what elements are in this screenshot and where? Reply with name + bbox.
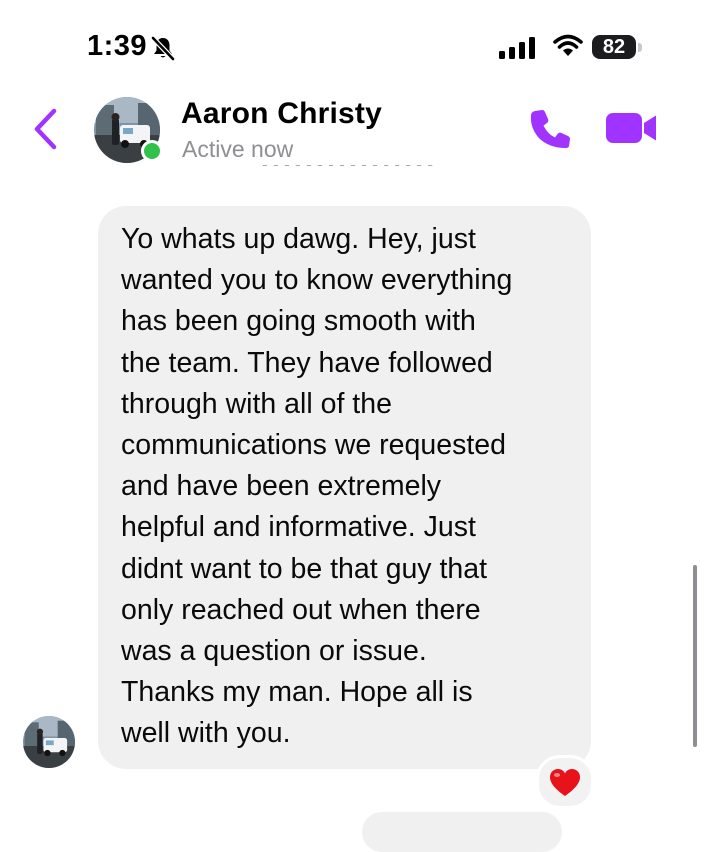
contact-name[interactable]: Aaron Christy: [181, 97, 382, 131]
silent-bell-icon: [151, 36, 175, 61]
battery-level: 82: [602, 36, 626, 58]
heart-reaction[interactable]: [536, 755, 594, 809]
online-status-dot: [141, 140, 163, 162]
scrollbar[interactable]: [693, 565, 697, 747]
back-chevron-icon[interactable]: [30, 106, 60, 152]
status-bar: 1:39 82: [0, 0, 705, 92]
phone-icon[interactable]: [528, 108, 572, 150]
message-text: Yo whats up dawg. Hey, just wanted you t…: [121, 223, 513, 750]
battery-icon: 82: [592, 35, 636, 59]
message-timestamp-clipped: ▪▪▪▪▪▪▪▪▪▪▪▪▪▪▪▪: [200, 165, 500, 177]
video-camera-icon[interactable]: [606, 111, 658, 145]
wifi-icon: [553, 34, 583, 56]
battery-cap: [638, 43, 642, 52]
cellular-signal-icon: [499, 37, 535, 59]
heart-icon: [550, 769, 580, 796]
status-time: 1:39: [87, 30, 148, 62]
sender-avatar[interactable]: [23, 716, 75, 768]
timestamp-fragment: ▪▪▪▪▪▪▪▪▪▪▪▪▪▪▪▪: [200, 165, 500, 174]
next-message-bubble-partial[interactable]: [362, 812, 562, 852]
incoming-message-bubble[interactable]: Yo whats up dawg. Hey, just wanted you t…: [98, 206, 591, 769]
presence-status: Active now: [182, 136, 294, 162]
conversation-header: Aaron Christy Active now: [0, 92, 705, 172]
